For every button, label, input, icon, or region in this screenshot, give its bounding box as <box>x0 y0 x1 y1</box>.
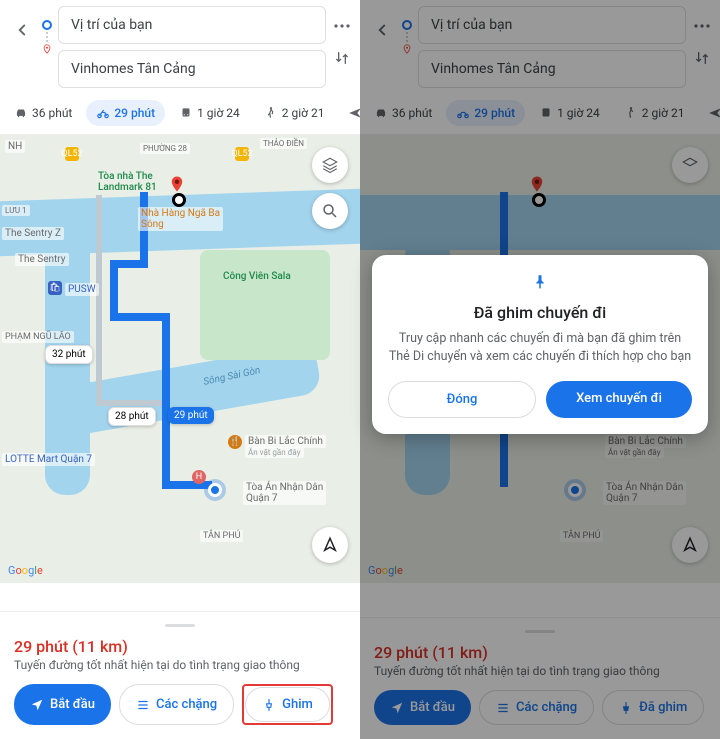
car-icon <box>14 106 28 120</box>
map-label: PHƯỜNG 28 <box>140 143 190 154</box>
back-button[interactable] <box>8 16 36 44</box>
dialog-view-button[interactable]: Xem chuyến đi <box>546 381 692 418</box>
poi-label: Công Viên Sala <box>220 270 294 283</box>
more-options-button[interactable] <box>332 16 352 36</box>
route-end-circle-icon <box>172 193 186 207</box>
left-screen: Vị trí của bạn Vinhomes Tân Cảng 36 phút… <box>0 0 360 739</box>
origin-input[interactable]: Vị trí của bạn <box>418 6 686 44</box>
dialog-title: Đã ghim chuyến đi <box>388 303 692 322</box>
mode-walk[interactable]: 2 giờ 21 <box>254 100 335 126</box>
mode-car[interactable]: 36 phút <box>4 100 82 126</box>
mode-car-label: 36 phút <box>32 106 72 120</box>
start-button-label: Bắt đầu <box>50 697 95 712</box>
search-icon <box>321 202 339 220</box>
pin-filled-icon <box>388 273 692 295</box>
plane-icon <box>348 106 360 120</box>
motorbike-icon <box>96 106 110 120</box>
sheet-handle[interactable] <box>165 624 195 627</box>
swap-icon <box>334 50 350 66</box>
mode-motorbike-label: 29 phút <box>114 106 155 120</box>
mode-motorbike[interactable]: 29 phút <box>86 100 165 126</box>
directions-header: Vị trí của bạn Vinhomes Tân Cảng <box>0 0 360 92</box>
swap-button[interactable] <box>332 48 352 68</box>
route-time-alt-badge[interactable]: 28 phút <box>108 407 156 426</box>
map-label: NH <box>5 140 25 153</box>
poi-label: Nhà Hàng Ngã Ba Sông <box>138 207 223 231</box>
waypoint-indicator <box>42 20 52 54</box>
chevron-left-icon <box>13 21 31 39</box>
poi-label: PUSW <box>65 283 99 296</box>
poi-label: Tòa nhà The Landmark 81 <box>95 170 160 194</box>
poi-label: LOTTE Mart Quận 7 <box>2 453 95 466</box>
start-button[interactable]: Bắt đầu <box>14 684 111 725</box>
destination-input[interactable]: Vinhomes Tân Cảng <box>58 50 326 88</box>
current-location-icon <box>208 483 222 497</box>
mode-walk[interactable]: 2 giờ 21 <box>614 100 695 126</box>
sheet-time: 29 phút <box>14 637 68 656</box>
destination-marker-icon <box>168 175 186 193</box>
route-time-main-badge[interactable]: 29 phút <box>168 407 214 424</box>
route-sheet[interactable]: 29 phút (11 km) Tuyến đường tốt nhất hiệ… <box>0 611 360 739</box>
sheet-distance: (11 km) <box>72 637 128 656</box>
poi-label: The Sentry <box>15 253 69 266</box>
poi-sublabel: Ăn vặt gần đây <box>245 447 304 458</box>
swap-button[interactable] <box>692 48 712 68</box>
map[interactable]: NH QL52 QL52 PHƯỜNG 28 THẢO ĐIỀN LƯU 1 T… <box>0 135 360 583</box>
recenter-button[interactable] <box>312 527 348 563</box>
mode-transit-label: 1 giờ 24 <box>197 106 240 120</box>
navigation-icon <box>30 698 44 712</box>
street-label: PHẠM NGŨ LÃO <box>2 331 74 343</box>
mode-walk-label: 2 giờ 21 <box>282 106 325 120</box>
mode-plane[interactable]: — <box>698 100 720 126</box>
mode-plane[interactable]: — <box>338 100 360 126</box>
poi-label: The Sentry Z <box>2 227 64 240</box>
pinned-trip-dialog: Đã ghim chuyến đi Truy cập nhanh các chu… <box>372 255 708 434</box>
mode-car[interactable]: 36 phút <box>364 100 442 126</box>
steps-button[interactable]: Các chặng <box>479 690 594 725</box>
navigation-arrow-icon <box>321 536 339 554</box>
area-label: TÂN PHÚ <box>200 530 243 542</box>
transit-icon <box>179 106 193 120</box>
layers-button[interactable] <box>672 147 708 183</box>
destination-input[interactable]: Vinhomes Tân Cảng <box>418 50 686 88</box>
shopping-icon: 🛍 <box>48 281 62 295</box>
map-label: THẢO ĐIỀN <box>260 138 307 149</box>
dialog-body: Truy cập nhanh các chuyến đi mà bạn đã g… <box>388 330 692 365</box>
more-horizontal-icon <box>334 24 350 28</box>
tutorial-highlight: Ghim <box>242 684 333 725</box>
poi-label: Tòa Án Nhận Dân Quận 7 <box>243 481 326 505</box>
more-options-button[interactable] <box>692 16 712 36</box>
pin-button[interactable]: Ghim <box>245 687 330 722</box>
start-button[interactable]: Bắt đầu <box>374 690 471 725</box>
layers-button[interactable] <box>312 147 348 183</box>
recenter-button[interactable] <box>672 527 708 563</box>
route-time-alt-badge[interactable]: 32 phút <box>45 345 93 364</box>
walk-icon <box>264 106 278 120</box>
food-icon: 🍴 <box>228 435 242 449</box>
google-watermark: Google <box>8 564 43 577</box>
travel-mode-row: 36 phút 29 phút 1 giờ 24 2 giờ 21 — <box>0 92 360 135</box>
pin-icon <box>262 698 276 712</box>
pin-button-label: Ghim <box>282 697 313 712</box>
map-label: LƯU 1 <box>2 205 30 216</box>
road-shield-icon: QL52 <box>235 147 249 161</box>
steps-button-label: Các chặng <box>156 697 217 712</box>
mode-transit[interactable]: 1 giờ 24 <box>529 100 610 126</box>
origin-input[interactable]: Vị trí của bạn <box>58 6 326 44</box>
dialog-close-button[interactable]: Đóng <box>388 381 536 418</box>
hospital-icon: H <box>192 470 206 484</box>
road-shield-icon: QL52 <box>65 147 79 161</box>
mode-motorbike[interactable]: 29 phút <box>446 100 525 126</box>
layers-icon <box>321 156 339 174</box>
destination-pin-icon <box>42 44 52 54</box>
search-area-button[interactable] <box>312 193 348 229</box>
back-button[interactable] <box>368 16 396 44</box>
right-screen: Vị trí của bạn Vinhomes Tân Cảng 36 phút… <box>360 0 720 739</box>
steps-button[interactable]: Các chặng <box>119 684 234 725</box>
sheet-subtitle: Tuyến đường tốt nhất hiện tại do tình tr… <box>14 658 346 672</box>
origin-dot-icon <box>42 20 52 30</box>
pinned-button[interactable]: Đã ghim <box>602 690 704 725</box>
mode-transit[interactable]: 1 giờ 24 <box>169 100 250 126</box>
list-icon <box>136 698 150 712</box>
